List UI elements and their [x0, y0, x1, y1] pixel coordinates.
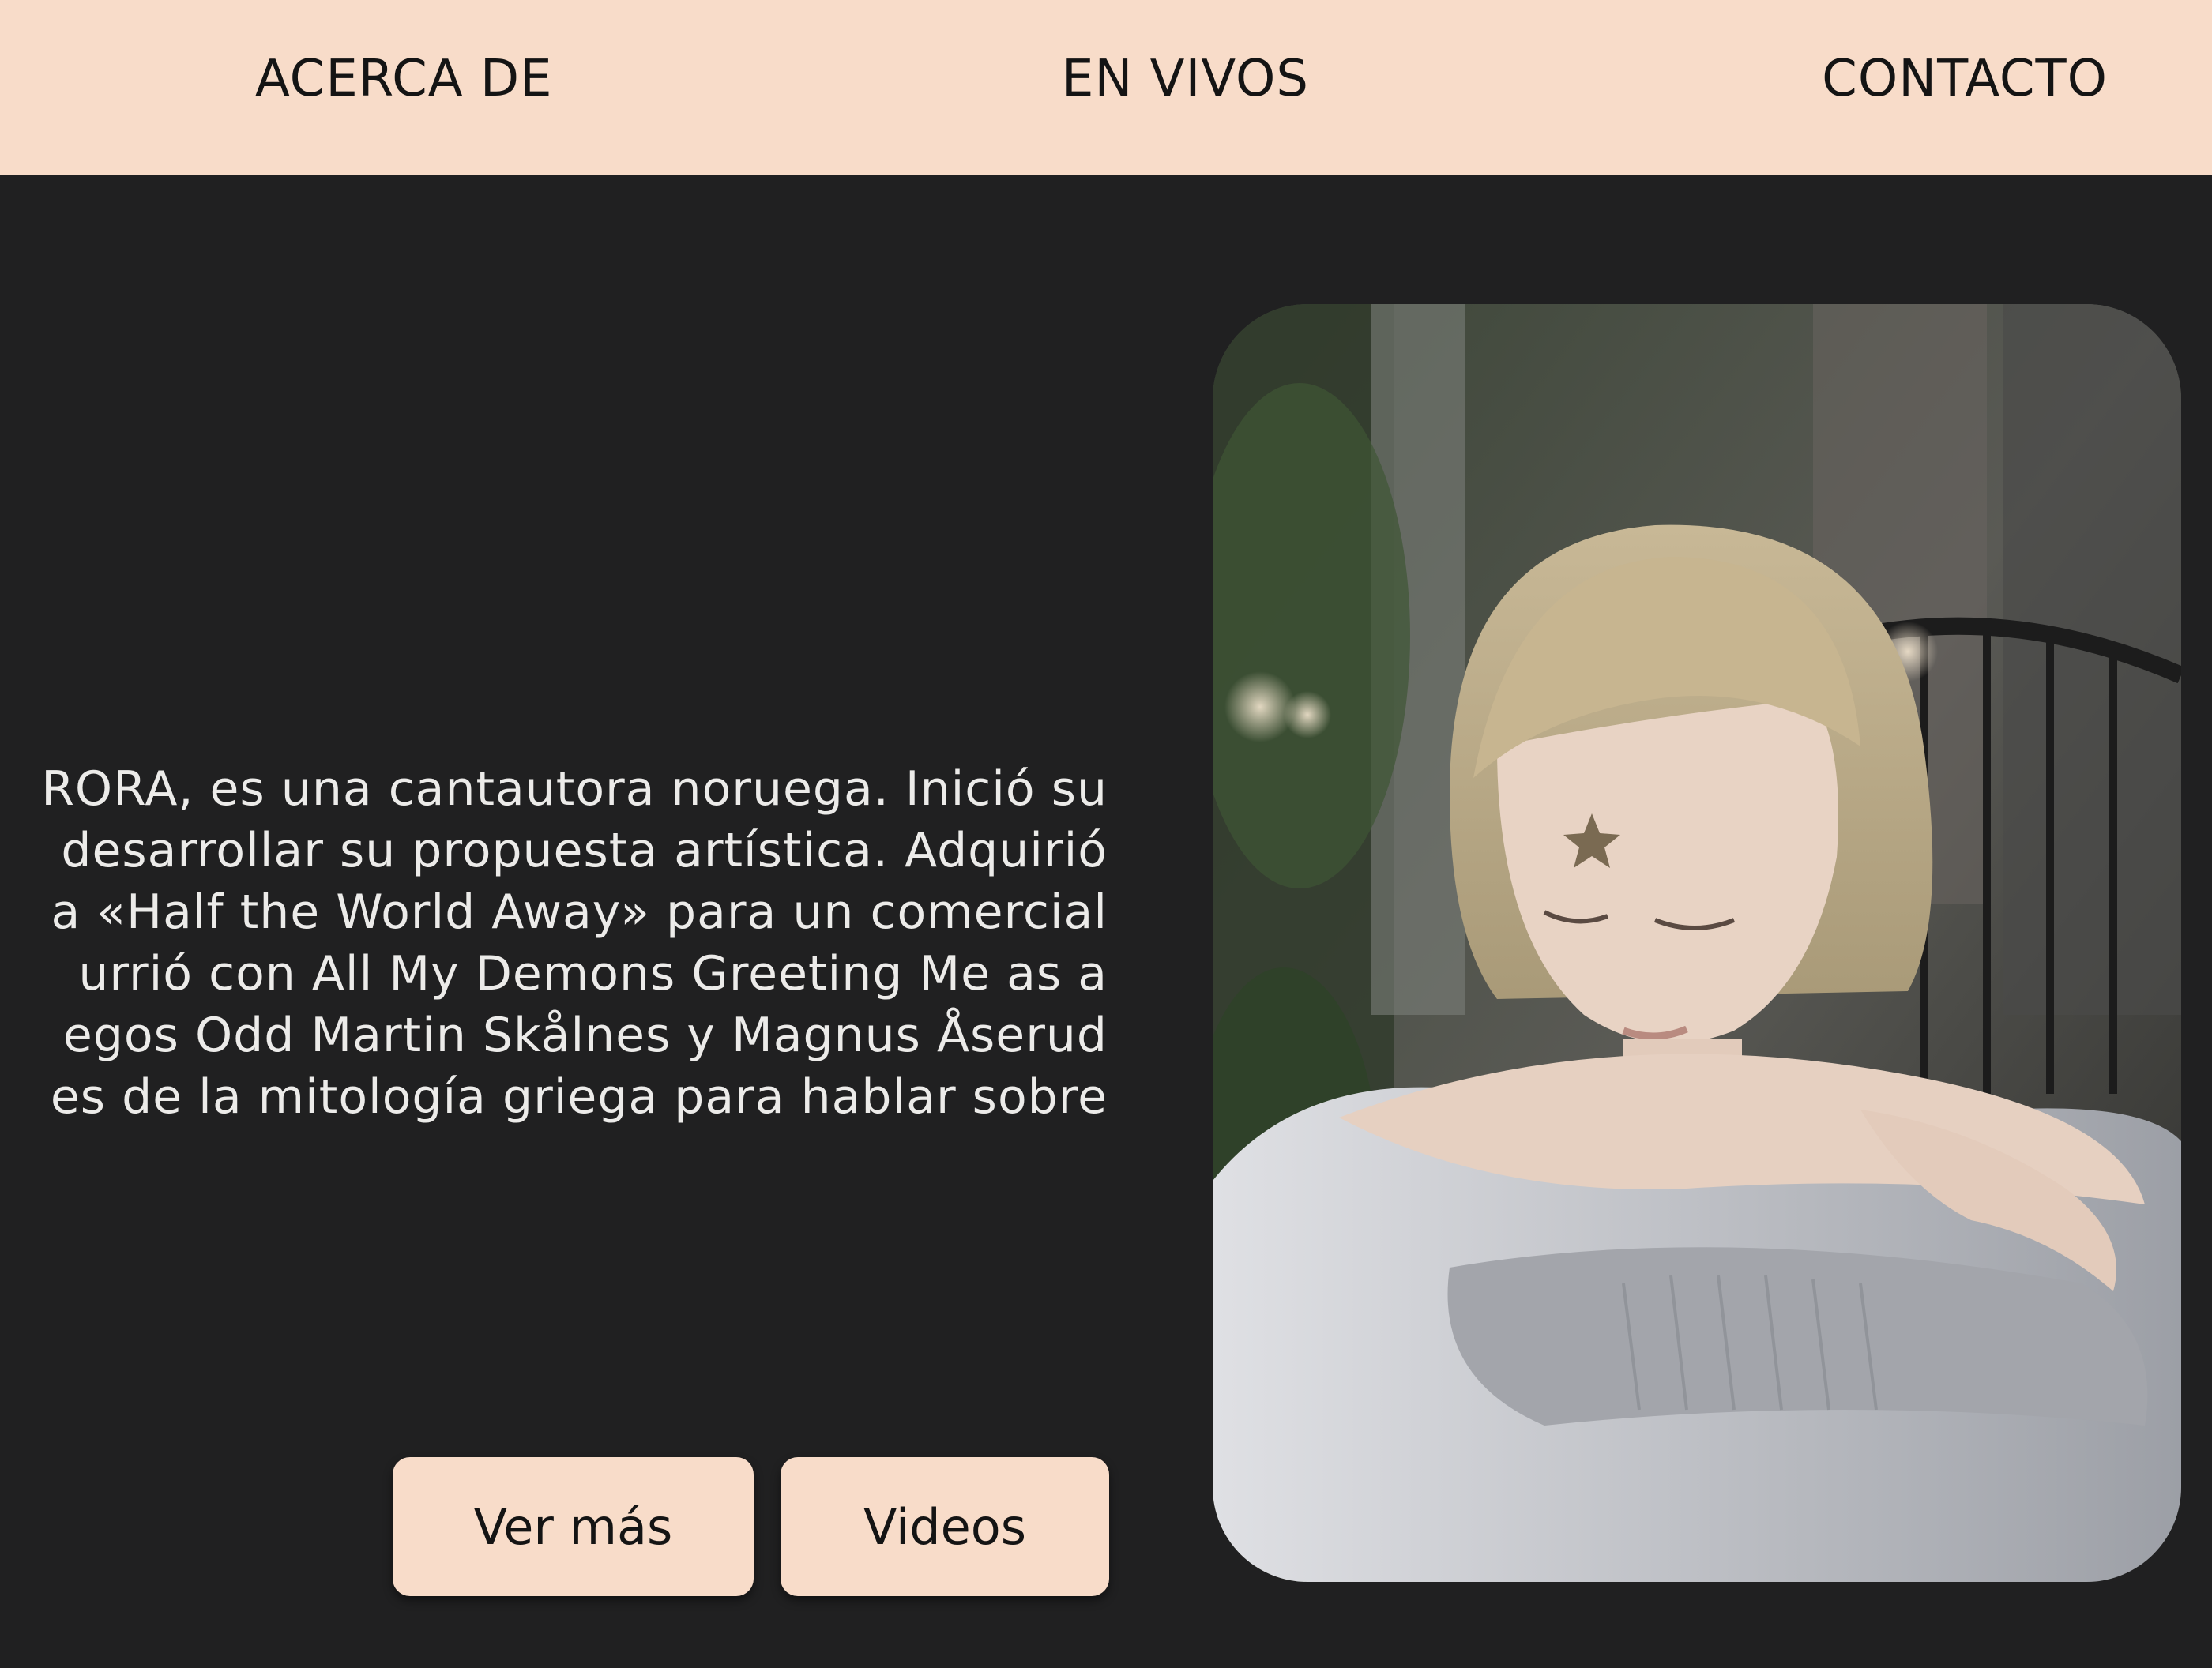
bio-line: es de la mitología griega para hablar so… — [50, 1069, 1108, 1125]
top-navbar: ACERCA DE EN VIVOS CONTACTO — [0, 0, 2212, 175]
nav-link-contact[interactable]: CONTACTO — [1822, 46, 2108, 112]
bio-line: egos Odd Martin Skålnes y Magnus Åserud — [62, 1008, 1108, 1063]
bio-paragraph: RORA, es una cantautora noruega. Inició … — [0, 758, 1108, 1128]
nav-link-about[interactable]: ACERCA DE — [255, 46, 553, 112]
artist-photo — [1213, 304, 2181, 1582]
bio-line: RORA, es una cantautora noruega. Inició … — [41, 761, 1108, 817]
artist-photo-illustration — [1213, 304, 2181, 1582]
bio-line: a «Half the World Away» para un comercia… — [51, 885, 1108, 940]
bio-line: desarrollar su propuesta artística. Adqu… — [61, 823, 1108, 878]
nav-link-live[interactable]: EN VIVOS — [1062, 46, 1309, 112]
bio-line: urrió con All My Demons Greeting Me as a — [78, 946, 1108, 1001]
videos-button[interactable]: Videos — [781, 1457, 1109, 1596]
see-more-button[interactable]: Ver más — [393, 1457, 754, 1596]
